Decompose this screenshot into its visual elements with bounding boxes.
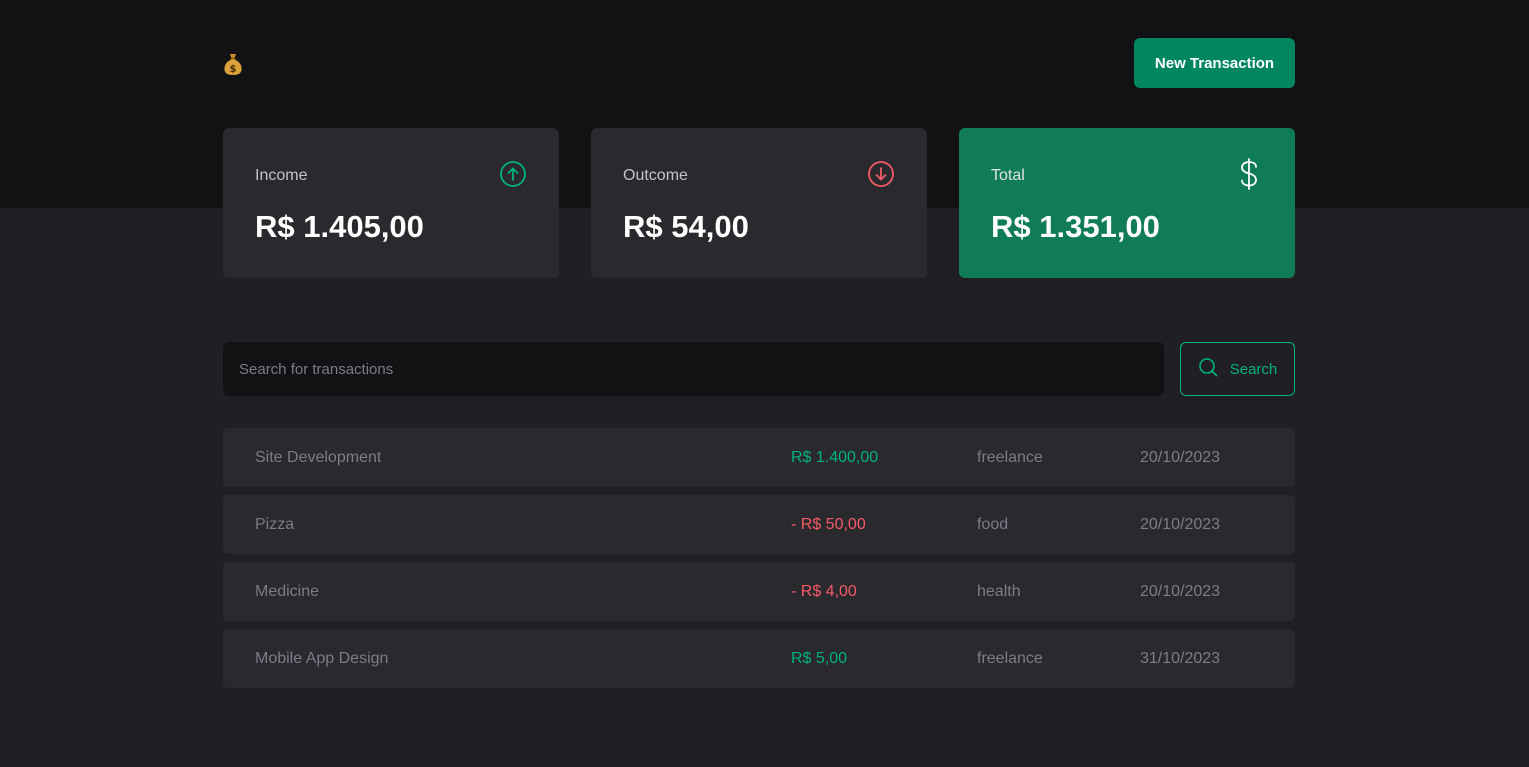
total-card: Total R$ 1.351,00 (959, 128, 1295, 278)
transaction-description: Site Development (255, 449, 382, 466)
transaction-description: Pizza (255, 516, 295, 533)
transactions-table: Site Development R$ 1.400,00 freelance 2… (223, 428, 1295, 696)
outcome-card-title: Outcome (623, 167, 688, 184)
search-input[interactable] (223, 342, 1164, 396)
outcome-card: Outcome R$ 54,00 (591, 128, 927, 278)
income-card-title: Income (255, 167, 308, 184)
outcome-value: R$ 54,00 (623, 209, 749, 244)
transaction-price: R$ 1.400,00 (791, 449, 879, 466)
page-container: $ New Transaction Income R$ 1.405,00 Out… (223, 0, 1295, 767)
total-card-title: Total (991, 167, 1025, 184)
income-value: R$ 1.405,00 (255, 209, 424, 244)
total-value: R$ 1.351,00 (991, 209, 1160, 244)
transaction-price: - R$ 4,00 (791, 583, 857, 600)
transaction-date: 20/10/2023 (1140, 449, 1221, 466)
arrow-circle-up-icon (499, 160, 527, 193)
summary-cards: Income R$ 1.405,00 Outcome R$ 54,00 Tota… (223, 128, 1295, 278)
transaction-description: Mobile App Design (255, 650, 389, 667)
money-bag-icon: $ (223, 52, 243, 76)
table-row: Pizza - R$ 50,00 food 20/10/2023 (223, 495, 1295, 554)
table-row: Medicine - R$ 4,00 health 20/10/2023 (223, 562, 1295, 621)
search-button[interactable]: Search (1180, 342, 1295, 396)
table-row: Mobile App Design R$ 5,00 freelance 31/1… (223, 629, 1295, 688)
transaction-category: food (977, 516, 1009, 533)
table-row: Site Development R$ 1.400,00 freelance 2… (223, 428, 1295, 487)
dollar-sign-icon (1235, 157, 1263, 195)
top-bar: $ New Transaction (223, 38, 1295, 88)
new-transaction-button[interactable]: New Transaction (1134, 38, 1295, 88)
transaction-description: Medicine (255, 583, 320, 600)
transaction-category: freelance (977, 650, 1043, 667)
transaction-category: health (977, 583, 1021, 600)
transaction-date: 20/10/2023 (1140, 583, 1221, 600)
search-button-label: Search (1229, 360, 1278, 378)
magnifying-glass-icon (1198, 357, 1218, 381)
income-card: Income R$ 1.405,00 (223, 128, 559, 278)
transaction-date: 20/10/2023 (1140, 516, 1221, 533)
transaction-date: 31/10/2023 (1140, 650, 1221, 667)
transaction-category: freelance (977, 449, 1043, 466)
arrow-circle-down-icon (867, 160, 895, 193)
transaction-price: - R$ 50,00 (791, 516, 866, 533)
svg-text:$: $ (230, 64, 237, 75)
search-form: Search (223, 342, 1295, 396)
transaction-price: R$ 5,00 (791, 650, 848, 667)
